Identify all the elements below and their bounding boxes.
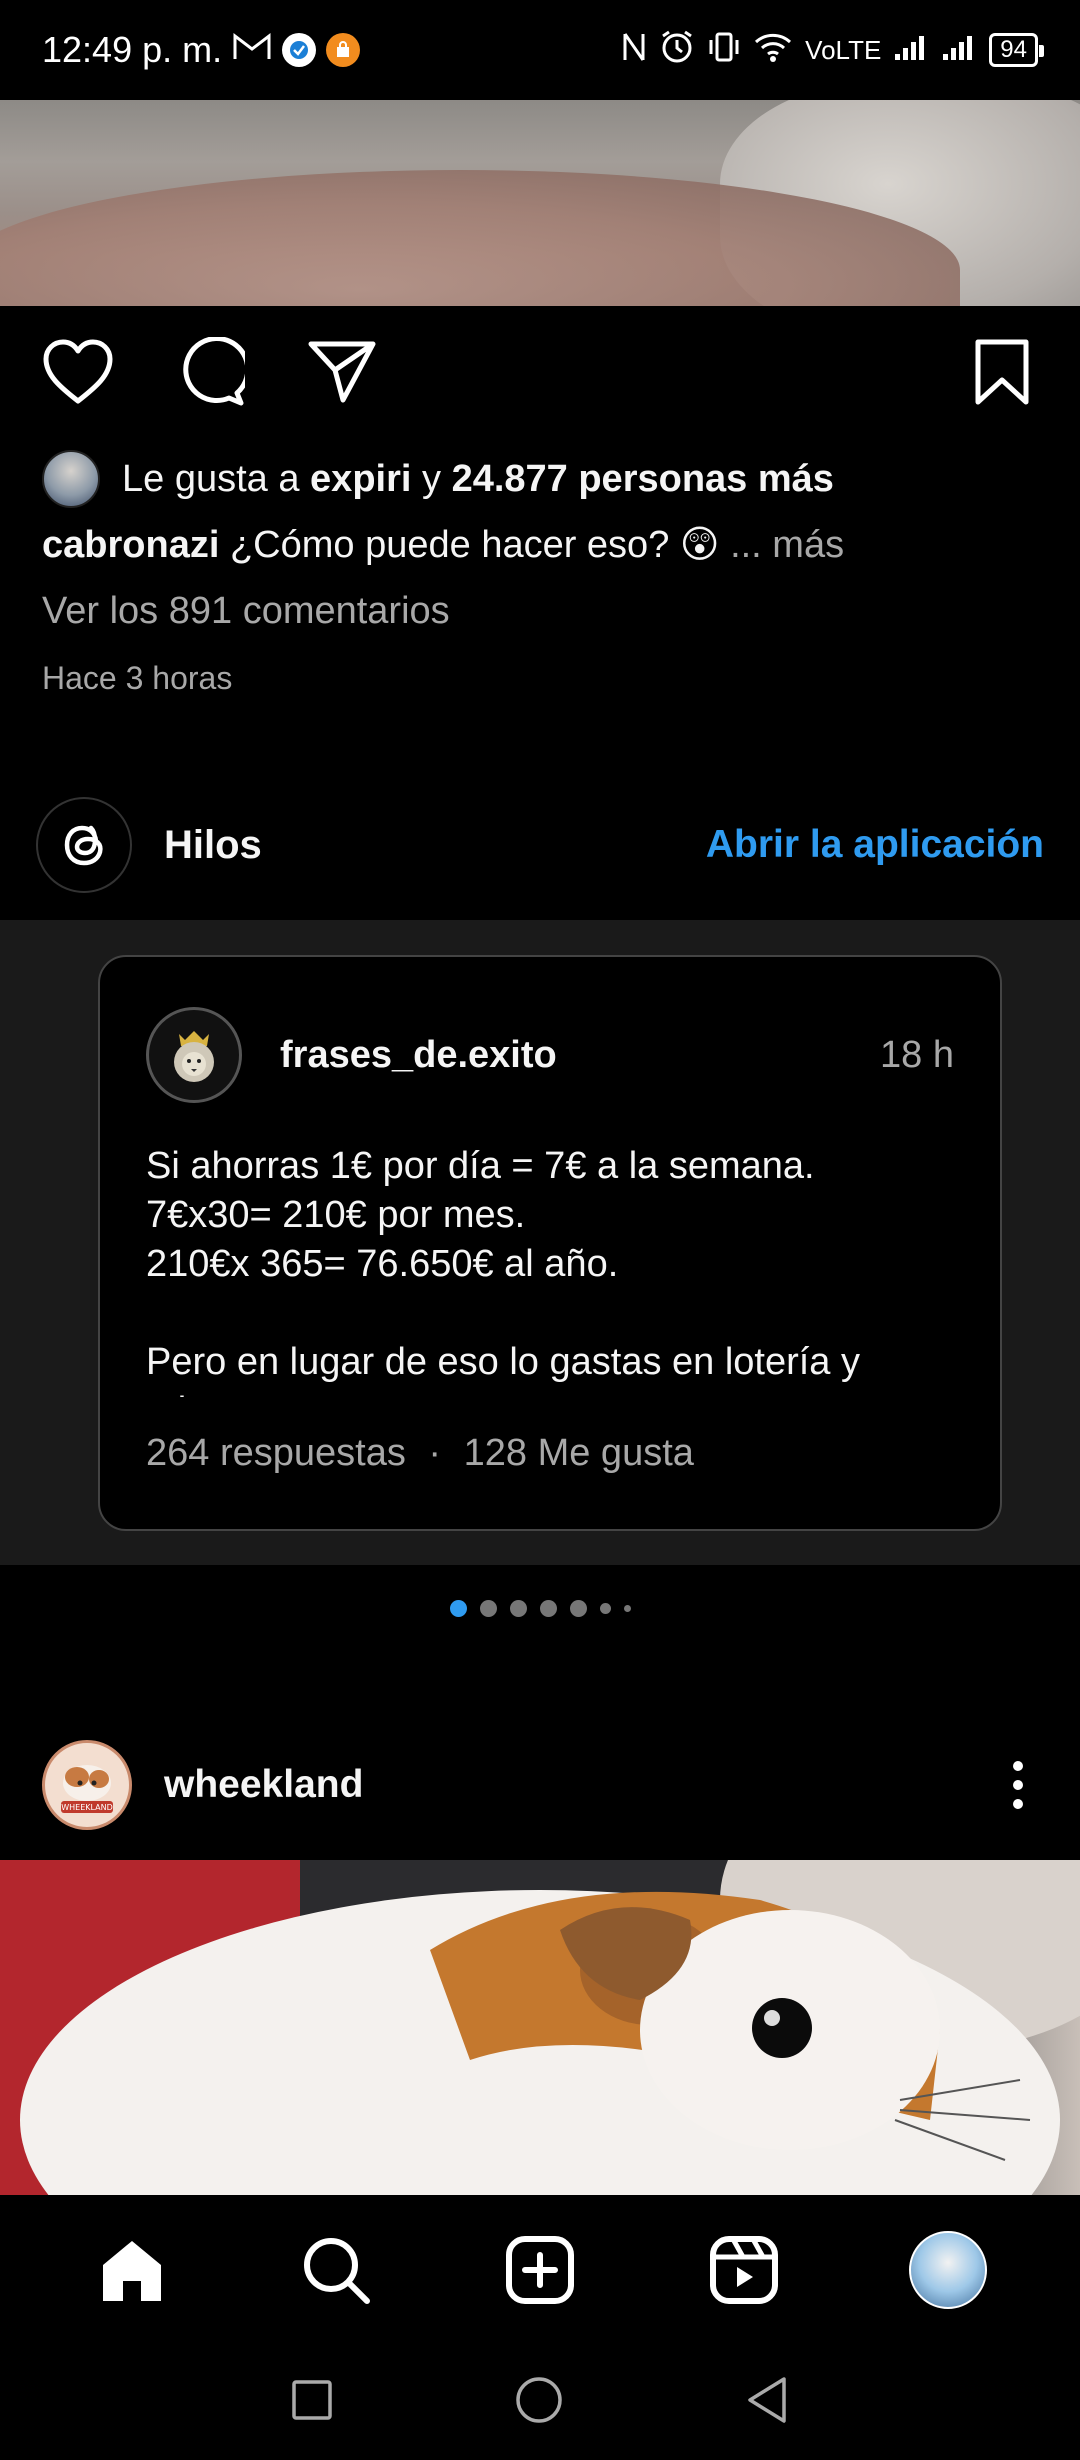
carousel-dot <box>623 1605 631 1612</box>
liker-username[interactable]: expiri <box>310 458 411 501</box>
thread-replies[interactable]: 264 respuestas <box>146 1432 406 1474</box>
carousel-dot <box>509 1600 527 1617</box>
avatar-logo-text: WHEEKLAND <box>61 1803 113 1812</box>
recent-apps-button[interactable] <box>290 2378 334 2427</box>
thread-text[interactable]: Si ahorras 1€ por día = 7€ a la semana. … <box>146 1142 966 1397</box>
carousel-dot <box>449 1600 467 1617</box>
signal-icon-2 <box>941 32 977 69</box>
system-nav <box>0 2345 1080 2460</box>
caption-username[interactable]: cabronazi <box>42 524 219 566</box>
post-image[interactable] <box>0 100 1080 306</box>
thread-line <box>146 1289 966 1338</box>
more-vertical-icon <box>1013 1761 1023 1809</box>
battery-level: 94 <box>1000 36 1027 63</box>
likes-prefix: Le gusta a <box>122 457 300 500</box>
network-type: VoLTE <box>805 34 882 65</box>
status-time: 12:49 p. m. <box>42 29 223 70</box>
lion-avatar-icon[interactable] <box>146 1007 242 1103</box>
open-app-link[interactable]: Abrir la aplicación <box>706 823 1044 867</box>
battery-indicator: 94 <box>989 33 1044 67</box>
profile-avatar <box>909 2231 987 2309</box>
wifi-icon <box>753 31 793 70</box>
thread-username[interactable]: frases_de.exito <box>280 1034 557 1077</box>
circle-icon <box>516 2377 562 2423</box>
home-system-button[interactable] <box>514 2375 564 2430</box>
comment-button[interactable] <box>174 336 246 408</box>
nav-home[interactable] <box>92 2230 172 2310</box>
threads-header: Hilos Abrir la aplicación <box>0 770 1080 920</box>
post-header: WHEEKLAND wheekland <box>0 1730 1080 1840</box>
alarm-icon <box>659 29 695 72</box>
more-options-button[interactable] <box>998 1750 1038 1820</box>
thread-stats: 264 respuestas · 128 Me gusta <box>146 1432 694 1475</box>
bottom-nav <box>0 2195 1080 2345</box>
nav-reels[interactable] <box>704 2230 784 2310</box>
threads-label: Hilos <box>164 822 262 867</box>
post-image[interactable] <box>0 1860 1080 2195</box>
signal-icon <box>893 32 929 69</box>
share-button[interactable] <box>306 336 378 408</box>
carousel-dot <box>569 1600 587 1617</box>
nfc-icon <box>621 30 647 71</box>
thread-line: Pero en lugar de eso lo gastas en loterí… <box>146 1341 861 1383</box>
thread-card-header: frases_de.exito 18 h <box>146 1007 954 1103</box>
heart-icon <box>43 339 113 404</box>
caption-more-link[interactable]: ... más <box>730 524 844 566</box>
nav-create[interactable] <box>500 2230 580 2310</box>
nav-profile[interactable] <box>908 2230 988 2310</box>
thread-likes[interactable]: 128 Me gusta <box>464 1432 694 1474</box>
liker-avatar <box>42 450 100 508</box>
back-button[interactable] <box>744 2375 790 2430</box>
gmail-icon <box>232 29 272 71</box>
search-icon <box>304 2238 370 2304</box>
likes-joiner: y <box>422 457 441 500</box>
post-actions <box>0 306 1080 438</box>
likes-summary[interactable]: Le gusta a expiri y 24.877 personas más <box>42 450 834 508</box>
triangle-back-icon <box>748 2377 786 2423</box>
carousel-dot <box>479 1600 497 1617</box>
thread-line: 210€x 365= 76.650€ al año. <box>146 1243 619 1285</box>
thread-line: tabaco. <box>146 1387 966 1397</box>
threads-carousel[interactable]: frases_de.exito 18 h Si ahorras 1€ por d… <box>0 920 1080 1565</box>
carousel-indicator <box>0 1600 1080 1617</box>
wheekland-avatar[interactable]: WHEEKLAND <box>42 1740 132 1830</box>
thread-line: 7€x30= 210€ por mes. <box>146 1194 526 1236</box>
bookmark-icon <box>975 339 1029 405</box>
shop-notification-icon <box>326 33 361 67</box>
vibrate-icon <box>707 30 741 71</box>
send-icon <box>308 341 376 403</box>
post-username[interactable]: wheekland <box>164 1763 363 1807</box>
save-button[interactable] <box>966 336 1038 408</box>
stats-separator: · <box>428 1432 442 1474</box>
nav-search[interactable] <box>296 2230 376 2310</box>
likes-others[interactable]: 24.877 personas más <box>452 458 834 501</box>
thread-time: 18 h <box>880 1033 954 1076</box>
view-comments-link[interactable]: Ver los 891 comentarios <box>42 590 450 633</box>
comment-icon <box>183 337 245 406</box>
post-caption: cabronazi ¿Cómo puede hacer eso? 😲 ... m… <box>42 522 844 567</box>
carousel-dot <box>539 1600 557 1617</box>
carousel-dot <box>599 1603 611 1614</box>
post-timestamp: Hace 3 horas <box>42 660 233 696</box>
threads-logo-icon <box>36 797 132 893</box>
reels-icon <box>710 2236 778 2304</box>
caption-text: ¿Cómo puede hacer eso? 😲 <box>229 524 720 566</box>
status-right: VoLTE 94 <box>621 29 1044 72</box>
plus-square-icon <box>506 2236 574 2304</box>
square-icon <box>292 2380 332 2420</box>
app-notification-icon <box>282 33 317 67</box>
status-bar: 12:49 p. m. VoLTE 94 <box>0 0 1080 100</box>
thread-card[interactable]: frases_de.exito 18 h Si ahorras 1€ por d… <box>98 955 1002 1531</box>
home-icon <box>103 2241 161 2301</box>
status-left: 12:49 p. m. <box>42 29 361 71</box>
thread-line: Si ahorras 1€ por día = 7€ a la semana. <box>146 1145 815 1187</box>
like-button[interactable] <box>42 336 114 408</box>
